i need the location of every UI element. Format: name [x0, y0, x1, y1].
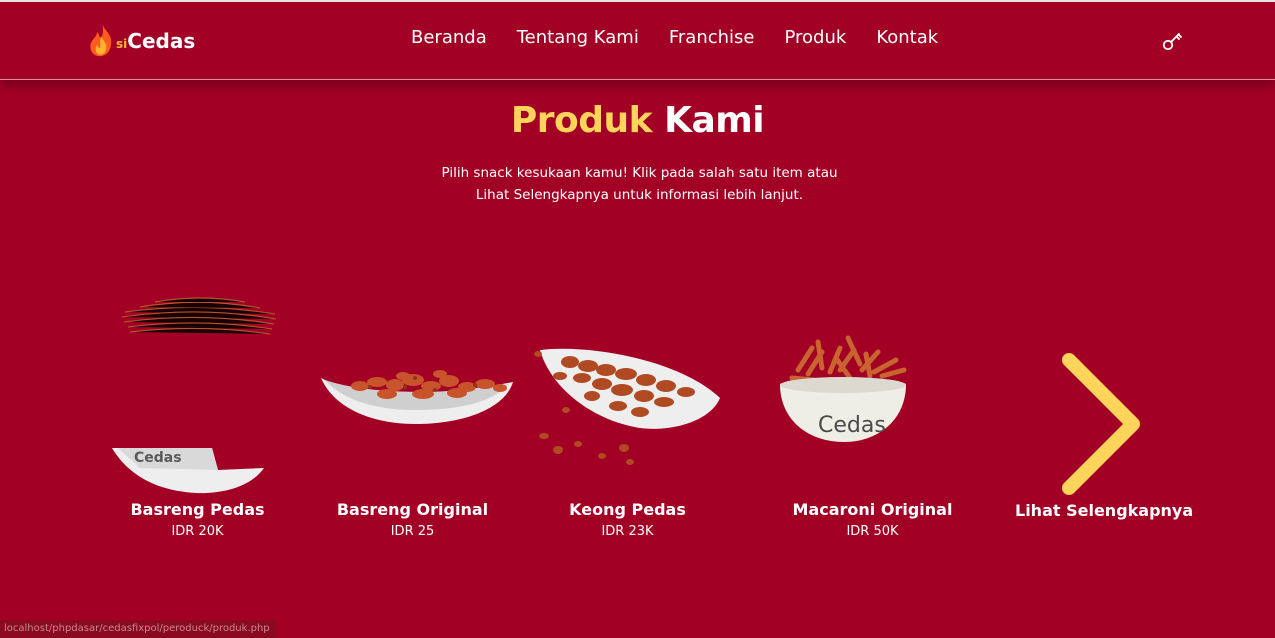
basreng-pedas-image: Cedas	[112, 297, 277, 494]
nav-beranda[interactable]: Beranda	[411, 27, 487, 48]
basreng-original-image	[321, 370, 513, 424]
nav-kontak[interactable]: Kontak	[876, 27, 938, 48]
product-price: IDR 20K	[171, 524, 224, 539]
product-name: Keong Pedas	[569, 500, 686, 519]
product-price: IDR 50K	[846, 524, 899, 539]
keong-pedas-image	[534, 348, 720, 465]
product-card-macaroni-original[interactable]: Cedas Macaroni Original IDR 50K	[775, 330, 970, 550]
title-accent: Produk	[510, 100, 653, 141]
title-rest: Kami	[664, 100, 765, 141]
product-name: Basreng Pedas	[130, 500, 265, 519]
see-more-label: Lihat Selengkapnya	[1015, 501, 1194, 520]
product-card-keong-pedas[interactable]: Keong Pedas IDR 23K	[530, 340, 725, 550]
flame-icon	[90, 23, 112, 57]
subtitle-line-2: Lihat Selengkapnya untuk informasi lebih…	[475, 187, 804, 203]
nav-tentang-kami[interactable]: Tentang Kami	[517, 27, 639, 48]
section-title: Produk Kami	[0, 100, 1275, 141]
bowl-brand-text: Cedas	[818, 413, 886, 438]
nav-produk[interactable]: Produk	[784, 27, 846, 48]
brand-logo[interactable]: si Cedas	[89, 22, 195, 58]
product-price: IDR 25	[390, 524, 435, 539]
product-name: Macaroni Original	[792, 500, 953, 519]
brand-prefix: si	[116, 37, 128, 51]
browser-status-url: localhost/phpdasar/cedasfixpol/peroduck/…	[0, 620, 276, 638]
product-card-basreng-pedas[interactable]: Cedas Basreng Pedas IDR 20K	[100, 280, 295, 550]
product-card-basreng-original[interactable]: Basreng Original IDR 25	[315, 360, 515, 550]
nav-franchise[interactable]: Franchise	[669, 27, 755, 48]
section-subtitle: Pilih snack kesukaan kamu! Klik pada sal…	[437, 162, 842, 206]
navbar: si Cedas Beranda Tentang Kami Franchise …	[0, 2, 1275, 80]
chevron-right-icon	[1062, 353, 1140, 495]
key-icon[interactable]	[1160, 30, 1184, 54]
product-price: IDR 23K	[601, 524, 654, 539]
macaroni-original-image: Cedas	[780, 335, 907, 442]
brand-name: Cedas	[127, 29, 196, 53]
product-name: Basreng Original	[336, 500, 489, 519]
bowl-brand-text: Cedas	[134, 450, 182, 466]
main-nav: Beranda Tentang Kami Franchise Produk Ko…	[411, 27, 938, 48]
see-more-link[interactable]: Lihat Selengkapnya	[1015, 350, 1194, 530]
subtitle-line-1: Pilih snack kesukaan kamu! Klik pada sal…	[441, 165, 838, 181]
